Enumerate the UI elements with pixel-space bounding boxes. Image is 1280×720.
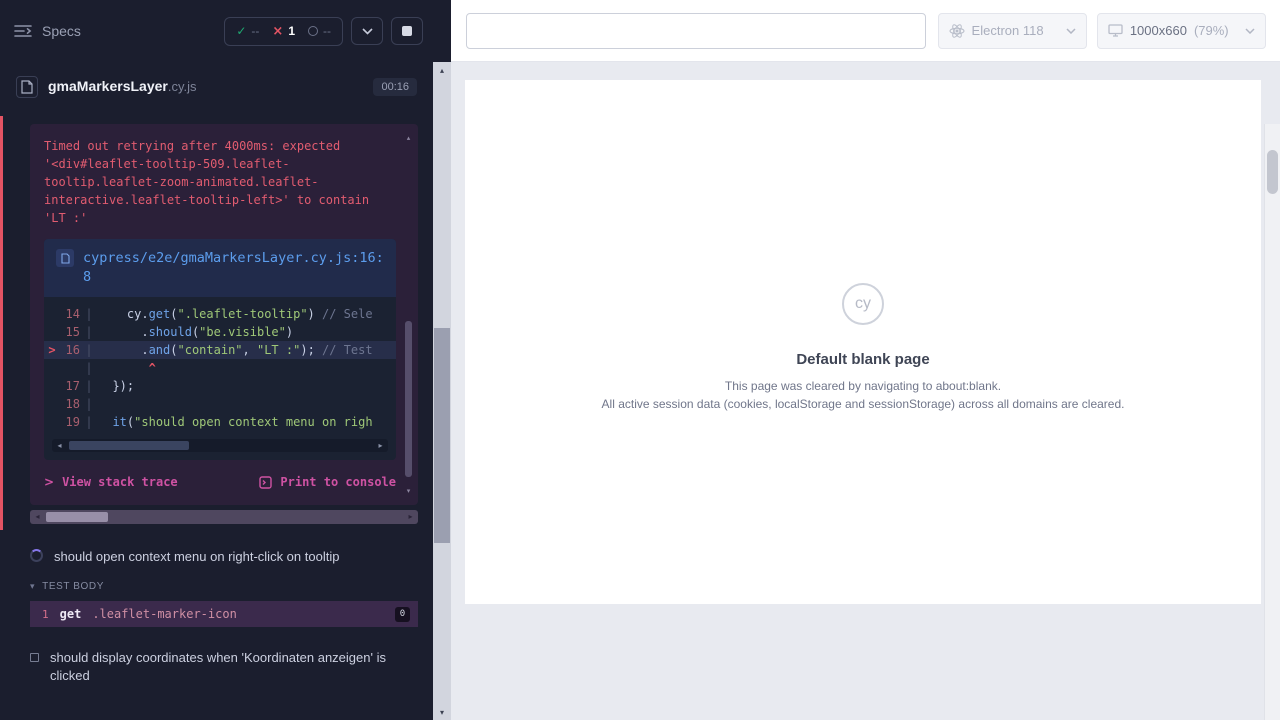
chevron-down-icon bbox=[362, 28, 373, 35]
reporter-scrollbar[interactable]: ▴ ▾ bbox=[433, 62, 451, 720]
command-count-badge: 0 bbox=[395, 607, 410, 622]
viewport-size: 1000x660 bbox=[1130, 23, 1187, 38]
clock-icon bbox=[308, 26, 318, 36]
scroll-right-icon[interactable]: ▸ bbox=[403, 510, 418, 524]
spec-duration: 00:16 bbox=[373, 78, 417, 96]
console-icon bbox=[259, 476, 272, 489]
spec-header[interactable]: gmaMarkersLayer.cy.js 00:16 bbox=[0, 62, 433, 112]
error-actions: > View stack trace Print to console bbox=[44, 475, 396, 489]
code-frame: cypress/e2e/gmaMarkersLayer.cy.js:16:8 1… bbox=[44, 239, 396, 460]
stat-passed: ✓ -- bbox=[236, 24, 259, 38]
error-vscroll-thumb[interactable] bbox=[405, 321, 412, 477]
code-line: 19| it("should open context menu on righ bbox=[44, 413, 396, 431]
stop-run-button[interactable] bbox=[391, 17, 423, 45]
test-list: Timed out retrying after 4000ms: expecte… bbox=[0, 116, 433, 685]
scroll-left-icon[interactable]: ◂ bbox=[52, 439, 67, 452]
reporter-sidebar: Specs ✓ -- × 1 -- bbox=[0, 0, 451, 720]
aut-blank-page: cy Default blank page This page was clea… bbox=[465, 80, 1261, 604]
test-body-label: TEST BODY bbox=[42, 581, 104, 592]
test-body-header[interactable]: ▾ TEST BODY bbox=[30, 581, 433, 592]
reporter-header: Specs ✓ -- × 1 -- bbox=[0, 0, 433, 62]
page-scroll-thumb[interactable] bbox=[1267, 150, 1278, 194]
run-stats: ✓ -- × 1 -- bbox=[224, 17, 343, 46]
spec-name: gmaMarkersLayer bbox=[48, 78, 168, 94]
check-icon: ✓ bbox=[236, 24, 246, 38]
reporter-scroll-thumb[interactable] bbox=[434, 328, 450, 543]
command-number: 1 bbox=[42, 608, 49, 621]
test-running[interactable]: should open context menu on right-click … bbox=[0, 548, 433, 566]
cypress-logo: cy bbox=[842, 283, 884, 325]
url-input[interactable] bbox=[466, 13, 926, 49]
test-title: should open context menu on right-click … bbox=[54, 548, 339, 566]
viewport-scale: (79%) bbox=[1194, 23, 1229, 38]
specs-list-icon[interactable] bbox=[14, 24, 32, 38]
scroll-down-icon[interactable]: ▾ bbox=[440, 704, 444, 720]
command-log-row[interactable]: 1 get .leaflet-marker-icon 0 bbox=[30, 601, 418, 627]
blank-page-line2: All active session data (cookies, localS… bbox=[602, 397, 1125, 411]
stat-failed: × 1 bbox=[272, 24, 295, 39]
command-message: .leaflet-marker-icon bbox=[92, 607, 237, 621]
code-line: | ^ bbox=[44, 359, 396, 377]
code-line: 17| }); bbox=[44, 377, 396, 395]
view-stack-trace-link[interactable]: > View stack trace bbox=[44, 475, 178, 489]
error-vertical-scrollbar[interactable]: ▴ ▾ bbox=[404, 134, 413, 495]
x-icon: × bbox=[272, 24, 283, 39]
stop-icon bbox=[402, 26, 412, 36]
code-line: 18| bbox=[44, 395, 396, 413]
viewport-selector[interactable]: 1000x660 (79%) bbox=[1097, 13, 1266, 49]
collapse-all-button[interactable] bbox=[351, 17, 383, 45]
spinner-icon bbox=[30, 549, 43, 562]
test-queued[interactable]: should display coordinates when 'Koordin… bbox=[0, 649, 433, 685]
browser-select[interactable]: Electron 118 bbox=[938, 13, 1087, 49]
attempt-hscroll-thumb[interactable] bbox=[46, 512, 108, 522]
spec-extension: .cy.js bbox=[168, 79, 197, 94]
scroll-left-icon[interactable]: ◂ bbox=[30, 510, 45, 524]
runner-main: Electron 118 1000x660 (79%) cy Default b… bbox=[451, 0, 1280, 720]
electron-icon bbox=[949, 23, 965, 39]
code-line: 15| .should("be.visible") bbox=[44, 323, 396, 341]
monitor-icon bbox=[1108, 24, 1123, 37]
chevron-down-icon bbox=[1245, 28, 1255, 34]
scroll-down-icon[interactable]: ▾ bbox=[407, 487, 411, 495]
browser-label: Electron 118 bbox=[972, 23, 1044, 38]
aut-stage: cy Default blank page This page was clea… bbox=[451, 62, 1280, 720]
queued-test-icon bbox=[30, 653, 39, 662]
code-frame-file-link[interactable]: cypress/e2e/gmaMarkersLayer.cy.js:16:8 bbox=[83, 249, 384, 287]
code-line: >16| .and("contain", "LT :"); // Test bbox=[44, 341, 396, 359]
runner-header: Electron 118 1000x660 (79%) bbox=[451, 0, 1280, 62]
test-title: should display coordinates when 'Koordin… bbox=[50, 649, 388, 685]
code-frame-header: cypress/e2e/gmaMarkersLayer.cy.js:16:8 bbox=[44, 239, 396, 297]
specs-title: Specs bbox=[42, 23, 81, 39]
command-method: get bbox=[60, 607, 82, 621]
scroll-up-icon[interactable]: ▴ bbox=[407, 134, 411, 142]
error-panel: Timed out retrying after 4000ms: expecte… bbox=[30, 124, 418, 505]
blank-page-line1: This page was cleared by navigating to a… bbox=[725, 379, 1001, 393]
print-to-console-button[interactable]: Print to console bbox=[259, 475, 396, 489]
chevron-right-icon: > bbox=[44, 475, 54, 489]
blank-page-title: Default blank page bbox=[796, 351, 929, 368]
chevron-down-icon bbox=[1066, 28, 1076, 34]
code-horizontal-scrollbar[interactable]: ◂ ▸ bbox=[52, 439, 388, 452]
stat-pending: -- bbox=[308, 24, 331, 38]
spec-file-icon bbox=[16, 76, 38, 98]
page-scrollbar[interactable] bbox=[1264, 124, 1280, 720]
code-line: 14| cy.get(".leaflet-tooltip") // Sele bbox=[44, 305, 396, 323]
scroll-right-icon[interactable]: ▸ bbox=[373, 439, 388, 452]
attempt-horizontal-scrollbar[interactable]: ◂ ▸ bbox=[30, 510, 418, 524]
code-hscroll-thumb[interactable] bbox=[69, 441, 189, 450]
scroll-up-icon[interactable]: ▴ bbox=[440, 62, 444, 78]
error-message: Timed out retrying after 4000ms: expecte… bbox=[44, 137, 396, 227]
chevron-down-icon: ▾ bbox=[30, 582, 35, 592]
failed-attempt: Timed out retrying after 4000ms: expecte… bbox=[0, 116, 433, 530]
code-lines: 14| cy.get(".leaflet-tooltip") // Sele 1… bbox=[44, 297, 396, 433]
file-icon bbox=[56, 249, 74, 267]
